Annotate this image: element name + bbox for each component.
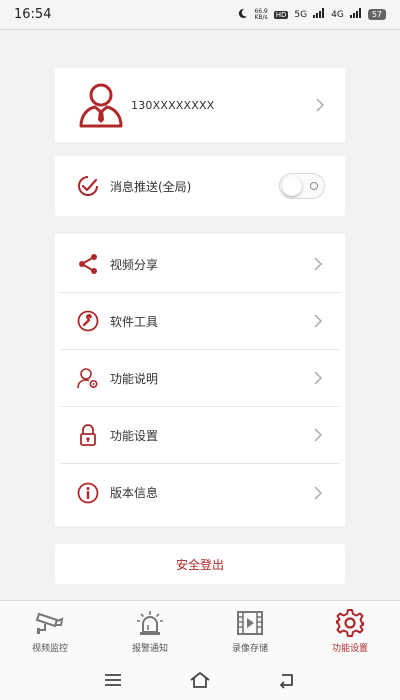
info-icon [77,482,99,504]
system-nav-bar [0,660,400,700]
menu-item-label: 功能设置 [110,428,159,443]
toggle-off-indicator [310,182,318,190]
menu-item-label: 软件工具 [110,314,159,329]
share-icon [77,253,99,275]
wrench-icon [77,310,99,332]
video-film-icon [235,608,265,638]
tab-label: 录像存储 [231,643,268,654]
profile-card[interactable]: 130XXXXXXXX [55,68,345,142]
chevron-right-icon [313,370,323,386]
chevron-right-icon [313,485,323,501]
toggle-knob [282,176,302,196]
chevron-right-icon [313,256,323,272]
battery-indicator: 57 [367,9,386,20]
check-circle-icon [77,175,99,197]
network-4g: 4G [331,9,344,20]
logout-label: 安全登出 [175,557,224,572]
bottom-tab-bar: 视频监控 报警通知 录像存储 功能设置 [0,600,400,660]
user-gear-icon [77,367,99,389]
network-5g: 5G [294,9,308,20]
tab-settings[interactable]: 功能设置 [300,601,400,660]
push-toggle[interactable] [279,173,325,199]
alarm-siren-icon [135,608,165,638]
moon-icon [237,8,248,22]
user-avatar-icon [77,82,125,128]
menu-item-label: 视频分享 [110,257,159,272]
chevron-right-icon [313,427,323,443]
status-bar: 16:54 66.9 KB/s HD 5G 4G 57 [0,0,400,30]
menu-item-help[interactable]: 功能说明 [60,350,340,407]
chevron-right-icon [315,97,325,113]
menu-item-tools[interactable]: 软件工具 [60,293,340,350]
cctv-camera-icon [35,608,65,638]
menu-item-settings[interactable]: 功能设置 [60,407,340,464]
menu-item-share[interactable]: 视频分享 [60,236,340,293]
hd-badge: HD [273,10,289,19]
tab-label: 视频监控 [31,643,68,654]
menu-lines-icon[interactable] [102,670,124,690]
push-notification-card: 消息推送(全局) [55,156,345,216]
menu-item-label: 版本信息 [110,486,159,500]
tab-label: 功能设置 [331,643,368,654]
tab-recording-storage[interactable]: 录像存储 [200,601,300,660]
tab-video-monitor[interactable]: 视频监控 [0,601,100,660]
chevron-right-icon [313,313,323,329]
home-icon[interactable] [189,670,211,690]
tab-label: 报警通知 [131,643,168,654]
network-speed: 66.9 KB/s [254,7,268,21]
gear-icon [335,608,365,638]
signal-icon [313,8,325,21]
logout-button[interactable]: 安全登出 [55,544,345,584]
back-icon[interactable] [276,670,298,690]
tab-alarm-notice[interactable]: 报警通知 [100,601,200,660]
menu-item-version[interactable]: 版本信息 [60,464,340,521]
profile-phone: 130XXXXXXXX [131,98,215,112]
lock-icon [77,424,99,446]
menu-item-label: 功能说明 [110,371,159,386]
push-label: 消息推送(全局) [110,179,192,194]
signal-icon-2 [349,8,362,21]
status-time: 16:54 [14,7,52,22]
settings-menu: 视频分享 软件工具 功能说明 功能设置 版本信息 [55,234,345,526]
